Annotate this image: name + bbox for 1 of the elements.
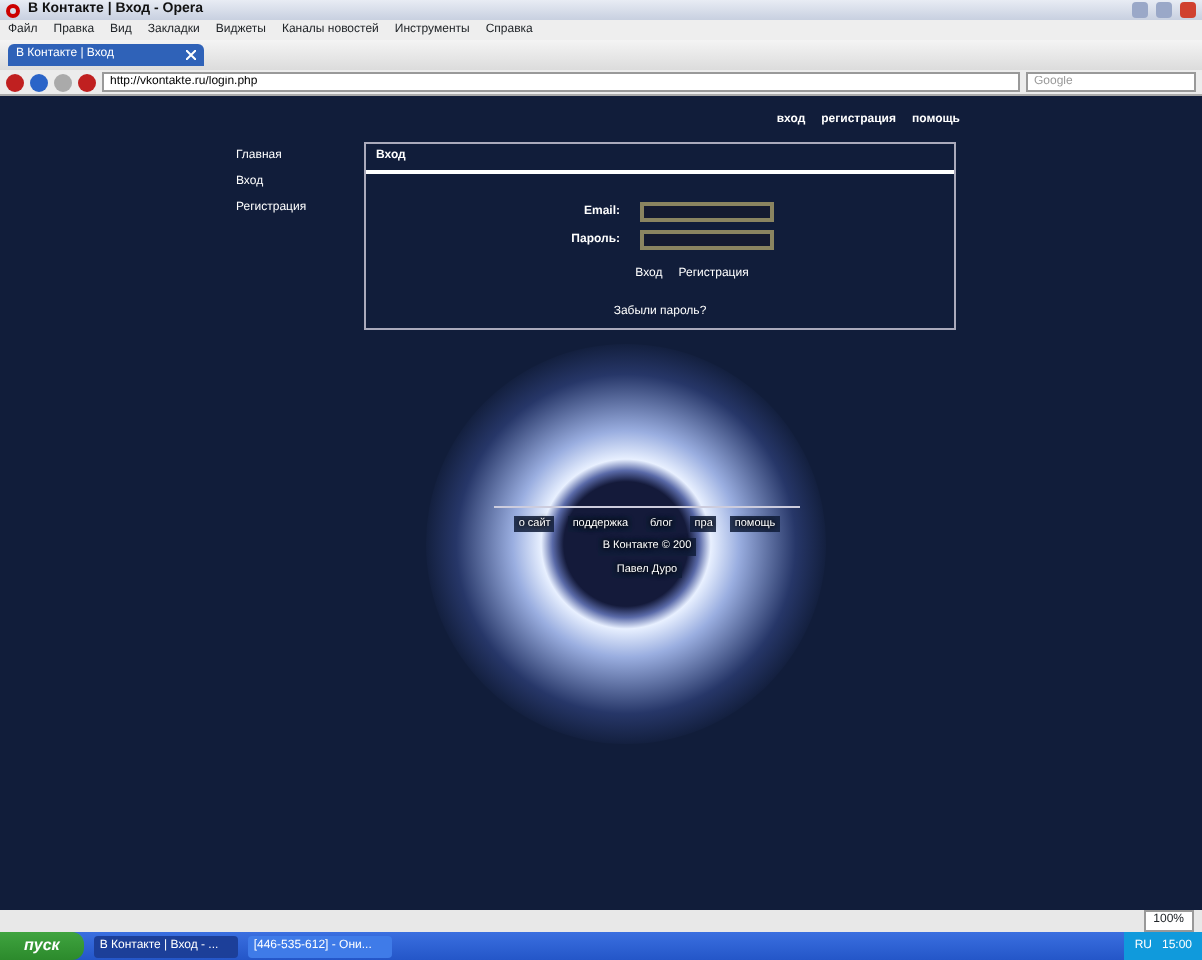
start-button[interactable]: пуск [0, 932, 84, 960]
